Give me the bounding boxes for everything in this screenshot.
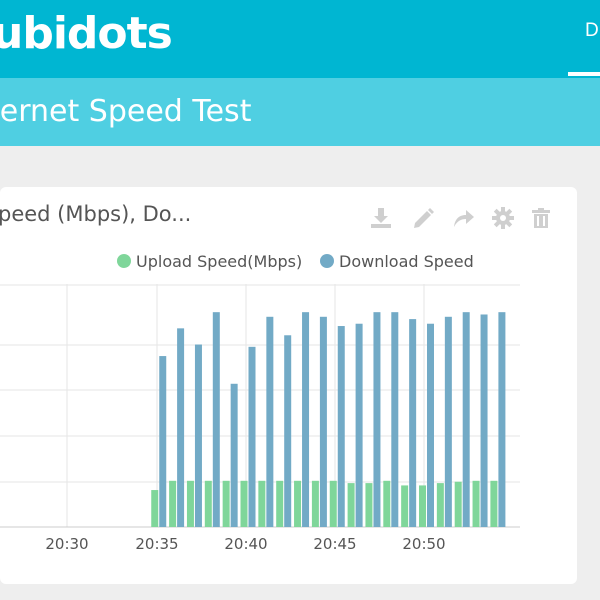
bar-upload [276,480,284,527]
legend-label-upload: Upload Speed(Mbps) [136,251,303,271]
bar-download [302,312,310,527]
dashboard-title: ternet Speed Test [0,94,252,129]
bar-upload [419,485,426,527]
bar-download [391,312,399,527]
share-icon[interactable] [450,205,476,231]
nav-tab-active-indicator [568,72,600,76]
bar-upload [436,483,444,527]
bar-download [337,326,345,527]
bar-download [498,312,506,527]
bar-download [355,323,363,527]
bar-upload [472,480,480,527]
bar-upload [311,480,319,527]
bar-download [266,316,274,527]
bar-upload [490,480,498,527]
bar-chart: 20:30 20:35 20:40 20:45 20:50 [0,284,520,553]
ubidots-logo[interactable]: ubidots [0,6,173,62]
bar-upload [204,480,212,527]
bar-download [248,346,256,527]
download-icon[interactable] [368,205,394,231]
bar-upload [222,480,230,527]
bar-download [427,323,434,527]
bar-upload [169,480,177,527]
bar-upload [240,480,248,527]
x-tick-label: 20:30 [45,535,88,553]
bar-download [212,312,220,527]
legend-item-download[interactable]: Download Speed [320,250,474,272]
bar-upload [347,483,355,527]
gear-icon[interactable] [490,205,516,231]
bar-download [409,319,417,527]
bar-download [177,328,185,527]
bar-download [194,344,202,527]
trash-icon[interactable] [528,205,554,231]
bar-download [462,312,470,527]
legend-marker-upload [117,254,131,268]
bar-upload [186,480,194,527]
pencil-icon[interactable] [410,205,436,231]
bar-upload [401,485,409,527]
bar-upload [365,483,373,527]
bar-download [319,316,327,527]
bar-upload [258,480,266,527]
widget-title: peed (Mbps), Do... [0,202,192,226]
bar-upload [454,481,462,527]
bar-download [284,335,292,527]
x-tick-label: 20:45 [313,535,356,553]
legend-item-upload[interactable]: Upload Speed(Mbps) [117,250,302,272]
bar-upload [383,480,391,527]
top-navbar: ubidots D [0,0,600,78]
nav-tab-dashboards[interactable]: D [585,20,599,42]
bar-upload [329,480,337,527]
x-tick-label: 20:35 [135,535,178,553]
bar-download [230,383,238,527]
legend-marker-download [320,254,334,268]
x-tick-label: 20:50 [402,535,445,553]
x-tick-label: 20:40 [224,535,267,553]
bar-upload [294,480,302,527]
bar-download [373,312,381,527]
bar-download [444,316,452,527]
legend-label-download: Download Speed [339,251,474,271]
bar-download [159,356,167,527]
bar-download [480,314,488,527]
bar-upload [151,490,159,527]
